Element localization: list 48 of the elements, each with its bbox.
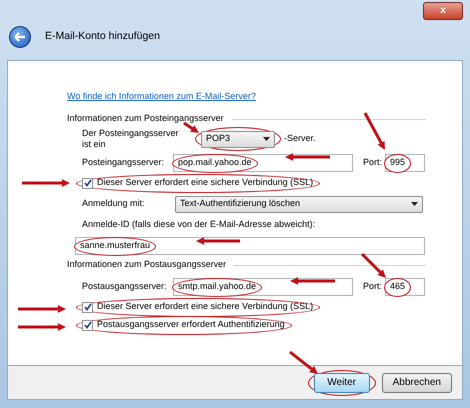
checkbox[interactable] xyxy=(82,320,93,330)
field-label: Anmeldung mit: xyxy=(82,197,146,210)
checkbox-label: Postausgangsserver erfordert Authentifizierung xyxy=(97,318,285,332)
field-label: Anmelde-ID (falls diese von der E-Mail-Adresse abweicht): xyxy=(82,218,316,232)
field-value: 465 xyxy=(390,280,406,294)
field-label: Postausgangsserver: xyxy=(82,280,168,294)
port-input[interactable]: 465 xyxy=(385,278,425,296)
field-value: 995 xyxy=(390,156,406,170)
annotation-arrow xyxy=(196,237,240,245)
annotation-arrow xyxy=(364,112,385,150)
checkmark-icon xyxy=(84,321,92,329)
server-input[interactable]: pop.mail.yahoo.de xyxy=(173,154,353,172)
dropdown-caret-icon xyxy=(263,137,270,141)
checkbox-label: Dieser Server erfordert eine sichere Verbindung (SSL) xyxy=(97,300,314,314)
dialog-button[interactable]: Weiter xyxy=(314,372,370,392)
help-link[interactable]: Wo finde ich Informationen zum E-Mail-Server? xyxy=(67,90,256,104)
annotation-arrow xyxy=(289,350,318,374)
window-title: E-Mail-Konto hinzufügen xyxy=(45,29,160,44)
back-arrow-icon xyxy=(14,32,26,42)
section-heading: Informationen zum Postausgangsserver xyxy=(67,258,226,272)
annotation-arrow xyxy=(18,323,66,331)
checkmark-icon xyxy=(84,303,92,311)
field-label: -Server. xyxy=(284,132,316,146)
checkbox-label: Dieser Server erfordert eine sichere Verbindung (SSL) xyxy=(97,176,314,190)
dialog-button[interactable]: Abbrechen xyxy=(382,372,452,392)
server-type-dropdown[interactable]: POP3 xyxy=(201,130,275,148)
checkmark-icon xyxy=(84,179,92,187)
checkbox[interactable] xyxy=(82,178,93,188)
field-value: sanne.musterfrau xyxy=(80,239,150,252)
port-input[interactable]: 995 xyxy=(385,154,425,172)
login-id-input[interactable]: sanne.musterfrau xyxy=(75,237,425,255)
annotation-arrow xyxy=(290,277,335,285)
field-label: Port: xyxy=(363,156,384,170)
annotation-arrow xyxy=(360,252,386,278)
auth-method-dropdown[interactable]: Text-Authentifizierung löschen xyxy=(175,196,423,212)
annotation-arrow xyxy=(285,153,330,161)
field-value: pop.mail.yahoo.de xyxy=(178,156,252,170)
section-heading: Informationen zum Posteingangsserver xyxy=(67,112,224,126)
field-label: Der Posteingangsserver ist ein xyxy=(82,128,180,150)
back-button[interactable] xyxy=(9,26,31,48)
server-input[interactable]: smtp.mail.yahoo.de xyxy=(173,278,353,296)
field-label: Posteingangsserver: xyxy=(82,156,166,170)
annotation-arrow xyxy=(18,305,66,313)
annotation-arrow xyxy=(22,179,70,187)
dropdown-caret-icon xyxy=(411,202,418,206)
field-value: smtp.mail.yahoo.de xyxy=(178,280,256,294)
field-label: Port: xyxy=(363,280,384,294)
checkbox[interactable] xyxy=(82,302,93,312)
